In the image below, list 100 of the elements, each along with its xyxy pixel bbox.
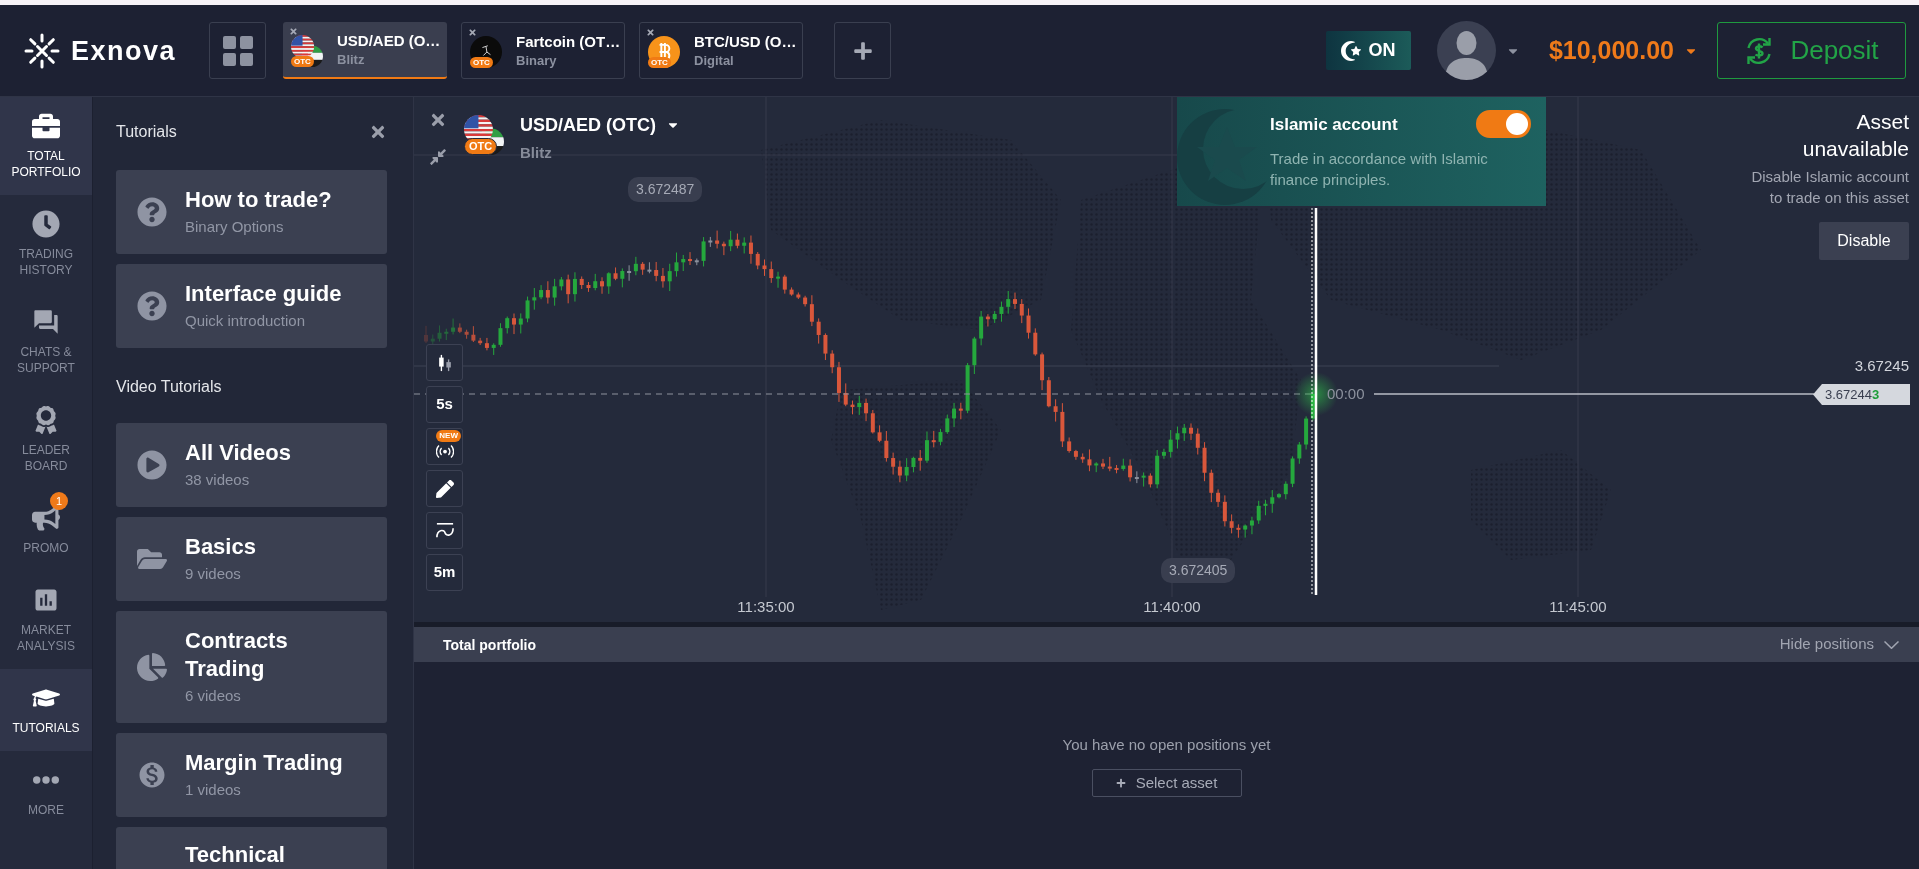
- signal-icon: [435, 444, 454, 459]
- grid-icon: [222, 35, 253, 66]
- sidebar-item[interactable]: MORE: [0, 751, 92, 833]
- tab-subtitle: Blitz: [337, 51, 366, 68]
- asset-dropdown[interactable]: USD/AED (OTC): [520, 113, 680, 137]
- logo-icon: [24, 32, 60, 69]
- card-title: Basics: [185, 533, 256, 561]
- tutorial-card[interactable]: Contracts Trading 6 videos: [116, 611, 387, 723]
- time-axis-label: 11:35:00: [736, 597, 796, 617]
- card-title: All Videos: [185, 439, 291, 467]
- profile-button[interactable]: [1436, 21, 1520, 80]
- close-icon[interactable]: [429, 111, 447, 129]
- interval-button[interactable]: 5s: [426, 386, 463, 423]
- tutorial-card[interactable]: Basics 9 videos: [116, 517, 387, 601]
- close-icon[interactable]: [646, 28, 655, 37]
- sidebar-item[interactable]: TRADING HISTORY: [0, 195, 92, 293]
- crescent-star-icon: [1341, 40, 1362, 61]
- disable-button[interactable]: Disable: [1819, 222, 1909, 260]
- empty-positions-message: You have no open positions yet: [1062, 736, 1271, 754]
- islamic-mode-button[interactable]: ON: [1325, 31, 1411, 70]
- card-subtitle: Quick introduction: [185, 311, 307, 331]
- interval-button[interactable]: 5m: [426, 554, 463, 591]
- tutorial-card[interactable]: Technical: [116, 827, 387, 869]
- tutorial-card[interactable]: How to trade? Binary Options: [116, 170, 387, 254]
- indicators-button[interactable]: [426, 512, 463, 549]
- collapse-icon[interactable]: [429, 148, 447, 166]
- question-icon: [137, 197, 167, 227]
- popup-title: Islamic account: [1270, 114, 1398, 136]
- chart-type-button[interactable]: [426, 344, 463, 381]
- plus-icon: [852, 40, 873, 61]
- dollar-coin-icon: [137, 760, 167, 790]
- layout-button[interactable]: [209, 22, 266, 79]
- countdown-timer: 00:00: [1327, 384, 1365, 404]
- sidebar-item[interactable]: TOTAL PORTFOLIO: [0, 97, 92, 195]
- sidebar-item[interactable]: MARKET ANALYSIS: [0, 571, 92, 669]
- card-title: Margin Trading: [185, 749, 343, 777]
- sidebar-item[interactable]: TUTORIALS: [0, 669, 92, 751]
- price-marker: 3.672487: [628, 177, 703, 202]
- plus-icon: [1115, 778, 1126, 788]
- tab-title: Fartcoin (OT…: [516, 32, 621, 51]
- card-subtitle: Binary Options: [185, 217, 285, 237]
- new-badge: NEW: [436, 430, 461, 442]
- card-title: Technical: [185, 841, 285, 869]
- card-subtitle: 38 videos: [185, 470, 251, 490]
- notice-message: Disable Islamic account to trade on this asset: [1750, 167, 1909, 208]
- sidebar-item[interactable]: 1 PROMO: [0, 489, 92, 571]
- tutorial-card[interactable]: Interface guide Quick introduction: [116, 264, 387, 348]
- pencil-icon: [434, 479, 455, 498]
- asset-tab[interactable]: OTC BTC/USD (O… Digital: [639, 22, 803, 79]
- time-axis-label: 11:40:00: [1142, 597, 1202, 617]
- asset-tab[interactable]: OTC Fartcoin (OT… Binary: [461, 22, 625, 79]
- sidebar-item[interactable]: LEADER BOARD: [0, 391, 92, 489]
- toggle-switch[interactable]: [1476, 110, 1531, 138]
- card-subtitle: 9 videos: [185, 564, 242, 584]
- tab-title: USD/AED (O…: [337, 31, 441, 50]
- hide-positions-button[interactable]: Hide positions: [1779, 633, 1899, 656]
- clock-icon: [32, 210, 60, 238]
- notification-badge: 1: [50, 492, 68, 510]
- card-title: Contracts Trading: [185, 627, 289, 683]
- indicator-icon: [434, 521, 455, 540]
- current-price-tag: 3.672443: [1813, 384, 1910, 405]
- close-icon[interactable]: [289, 27, 298, 36]
- tab-title: BTC/USD (O…: [694, 32, 797, 51]
- card-title: How to trade?: [185, 186, 332, 214]
- question-icon: [137, 291, 167, 321]
- tutorial-card[interactable]: Margin Trading 1 videos: [116, 733, 387, 817]
- pie-chart-icon: [137, 652, 167, 682]
- drawing-button[interactable]: [426, 470, 463, 507]
- card-title: Interface guide: [185, 280, 342, 308]
- deposit-button[interactable]: Deposit: [1717, 22, 1906, 79]
- popup-description: Trade in accordance with Islamic finance principles.: [1270, 149, 1489, 190]
- more-dots-icon: [33, 776, 59, 784]
- panel-title: Tutorials: [116, 122, 177, 142]
- asset-tab[interactable]: OTC USD/AED (O… Blitz: [283, 22, 447, 79]
- portfolio-title: Total portfolio: [443, 635, 537, 654]
- card-subtitle: 6 videos: [185, 686, 242, 706]
- section-heading: Video Tutorials: [116, 377, 223, 397]
- play-icon: [137, 450, 167, 480]
- sidebar-item[interactable]: CHATS & SUPPORT: [0, 293, 92, 391]
- close-icon[interactable]: [468, 28, 477, 37]
- tutorial-card[interactable]: All Videos 38 videos: [116, 423, 387, 507]
- briefcase-icon: [32, 112, 60, 140]
- select-asset-button[interactable]: Select asset: [1091, 769, 1242, 797]
- add-tab-button[interactable]: [834, 22, 891, 79]
- close-icon[interactable]: [369, 123, 387, 141]
- otc-badge: OTC: [470, 56, 493, 68]
- logo-wordmark[interactable]: Exnova: [71, 33, 177, 68]
- otc-badge: OTC: [648, 56, 671, 68]
- notice-title: Asset unavailable: [1801, 109, 1909, 162]
- tab-subtitle: Digital: [694, 52, 735, 69]
- card-subtitle: 1 videos: [185, 780, 242, 800]
- otc-badge: OTC: [291, 55, 314, 67]
- otc-badge: OTC: [464, 138, 498, 155]
- tab-subtitle: Binary: [516, 52, 558, 69]
- balance-dropdown[interactable]: $10,000.00: [1548, 31, 1698, 70]
- chevron-down-icon: [1884, 640, 1899, 649]
- price-marker: 3.672405: [1161, 558, 1236, 583]
- price-axis-label: 3.67245: [1854, 356, 1909, 376]
- time-axis-label: 11:45:00: [1548, 597, 1608, 617]
- chat-bubbles-icon: [32, 308, 60, 336]
